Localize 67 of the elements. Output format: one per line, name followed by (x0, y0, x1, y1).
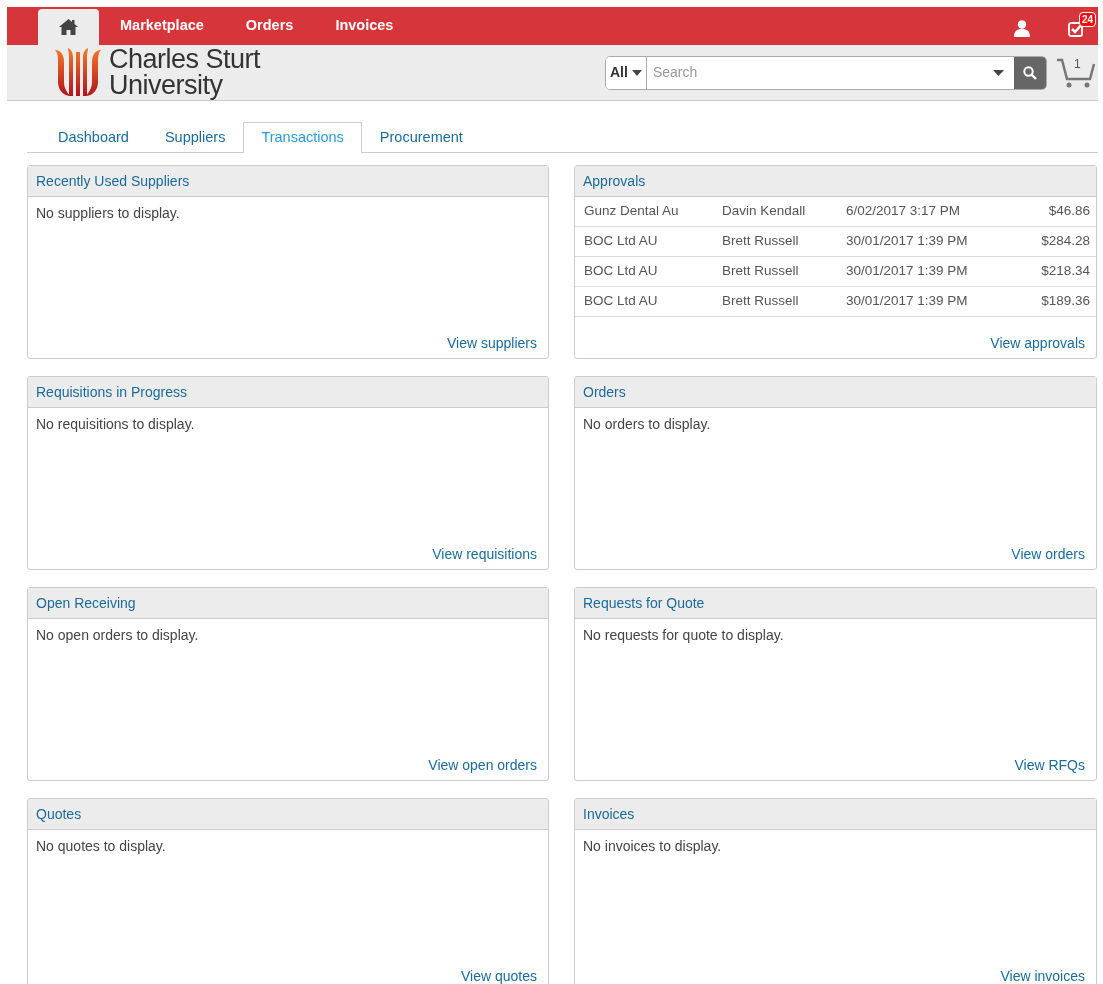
table-cell-text: Gunz Dental Au (584, 202, 680, 221)
panel-title: Orders (583, 382, 626, 402)
empty-message: No requisitions to display. (36, 416, 195, 432)
table-cell-text: Davin Kendall (722, 202, 807, 221)
empty-message: No suppliers to display. (36, 205, 180, 221)
table-cell-text: BOC Ltd AU (584, 232, 659, 251)
panel-title: Invoices (583, 804, 635, 824)
cart-button[interactable]: 1 (1056, 57, 1096, 88)
cart-count: 1 (1074, 56, 1081, 71)
view-link[interactable]: View invoices (1000, 966, 1085, 984)
tab[interactable]: Procurement (361, 122, 481, 152)
view-link[interactable]: View orders (1011, 544, 1085, 565)
home-tab[interactable] (38, 9, 99, 45)
user-icon[interactable] (1014, 19, 1030, 37)
tab[interactable]: Suppliers (146, 122, 244, 152)
panel-title: Open Receiving (36, 593, 136, 613)
approval-row[interactable]: BOC Ltd AU Brett Russell 30/01/2017 1:39 PM $189.36 (575, 287, 1096, 317)
view-link[interactable]: View requisitions (432, 544, 537, 565)
table-cell-text: Brett Russell (722, 262, 800, 281)
approval-row[interactable]: Gunz Dental Au Davin Kendall 6/02/2017 3:17 PM $46.86 (575, 197, 1096, 227)
nav-link[interactable]: Orders (224, 7, 315, 45)
table-cell-text: $218.34 (1041, 262, 1090, 281)
tab[interactable]: Transactions (243, 122, 362, 153)
nav-link[interactable]: Invoices (314, 7, 415, 45)
scope-dropdown[interactable]: All (606, 56, 647, 89)
panel-title: Quotes (36, 804, 82, 824)
approval-row[interactable]: BOC Ltd AU Brett Russell 30/01/2017 1:39 PM $218.34 (575, 257, 1096, 287)
notification-badge: 24 (1079, 12, 1097, 27)
table-cell-text: $46.86 (1048, 202, 1090, 221)
panel-title: Requests for Quote (583, 593, 705, 613)
cart-icon (1056, 57, 1096, 88)
table-cell-text: 6/02/2017 3:17 PM (846, 202, 962, 221)
caret-icon (631, 69, 642, 76)
view-link[interactable]: View approvals (990, 333, 1085, 354)
logo-text: Charles Sturt (109, 46, 261, 73)
panel-title: Requisitions in Progress (36, 382, 187, 402)
search-icon (1023, 65, 1037, 80)
view-link[interactable]: View suppliers (447, 333, 537, 354)
panel-title: Recently Used Suppliers (36, 171, 190, 191)
empty-message: No requests for quote to display. (583, 627, 784, 643)
nav-link[interactable]: Marketplace (99, 7, 225, 45)
table-cell-text: 30/01/2017 1:39 PM (846, 292, 969, 311)
view-link[interactable]: View RFQs (1014, 755, 1085, 776)
home-icon (59, 19, 78, 35)
empty-message: No orders to display. (583, 416, 711, 432)
approval-row[interactable]: BOC Ltd AU Brett Russell 30/01/2017 1:39 PM $284.28 (575, 227, 1096, 257)
table-cell-text: BOC Ltd AU (584, 292, 659, 311)
empty-message: No open orders to display. (36, 627, 199, 643)
table-cell-text: $284.28 (1041, 232, 1090, 251)
table-cell-text: Brett Russell (722, 292, 800, 311)
logo-icon (55, 47, 101, 98)
search-button[interactable] (1014, 56, 1046, 89)
caret-icon[interactable] (993, 69, 1004, 76)
view-link[interactable]: View open orders (428, 755, 537, 776)
tab[interactable]: Dashboard (40, 122, 147, 152)
logo-text: University (109, 72, 224, 99)
table-cell-text: 30/01/2017 1:39 PM (846, 262, 969, 281)
panel-title: Approvals (583, 171, 646, 191)
empty-message: No invoices to display. (583, 838, 722, 854)
table-cell-text: BOC Ltd AU (584, 262, 659, 281)
empty-message: No quotes to display. (36, 838, 166, 854)
table-cell-text: 30/01/2017 1:39 PM (846, 232, 969, 251)
view-link[interactable]: View quotes (461, 966, 537, 984)
checkbox-icon[interactable] (1068, 21, 1084, 38)
table-cell-text: $189.36 (1041, 292, 1090, 311)
search-field[interactable]: All Search (605, 55, 1047, 90)
table-cell-text: Brett Russell (722, 232, 800, 251)
